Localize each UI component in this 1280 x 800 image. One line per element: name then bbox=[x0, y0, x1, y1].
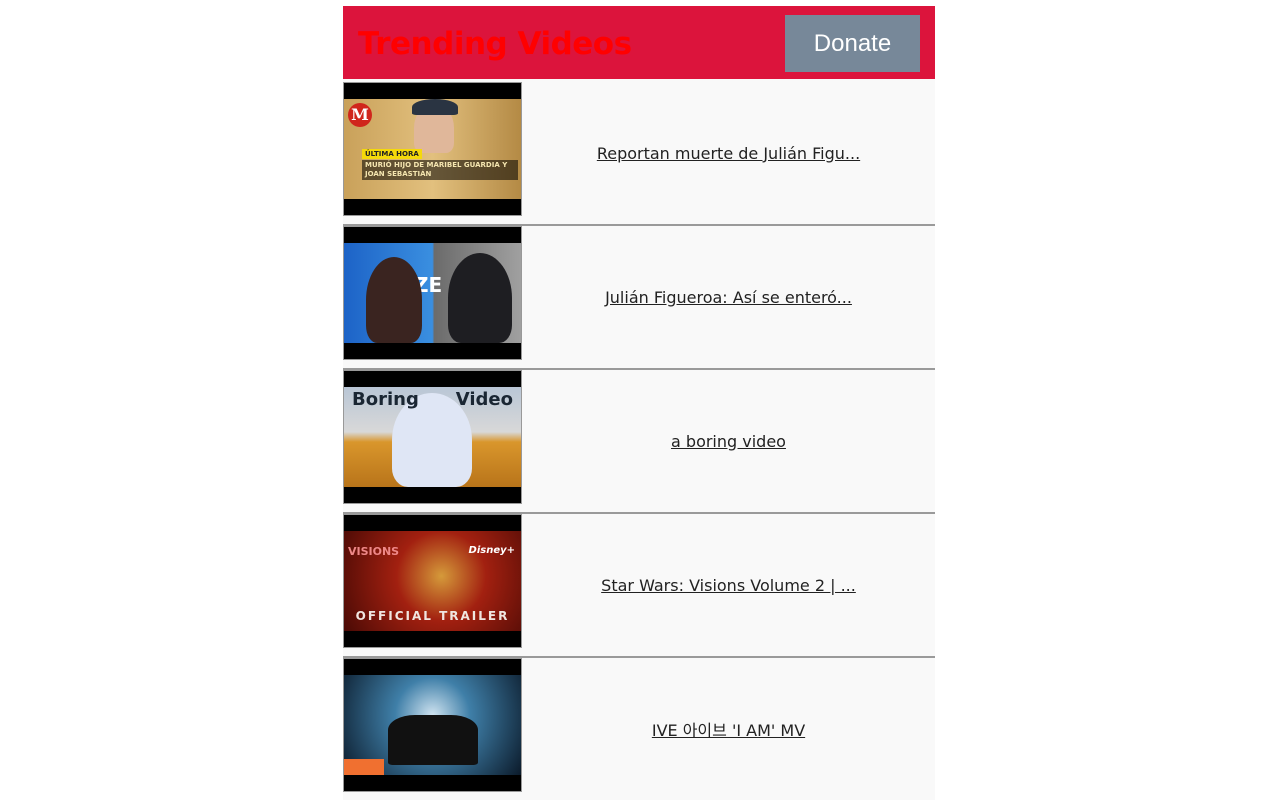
hat-shape bbox=[412, 99, 458, 115]
video-title-link[interactable]: Julián Figueroa: Así se enteró... bbox=[605, 288, 852, 307]
video-list: M ÚLTIMA HORA MURIÓ HIJO DE MARIBEL GUAR… bbox=[343, 82, 935, 800]
page-container: Trending Videos Donate M ÚLTIMA HORA MUR… bbox=[343, 6, 935, 800]
thumbnail-caption-right: Disney+ bbox=[468, 545, 515, 556]
video-link-container: IVE 아이브 'I AM' MV bbox=[522, 658, 935, 800]
thumbnail-caption: Boring Video bbox=[344, 389, 521, 410]
video-item: VISIONS Disney+ OFFICIAL TRAILER Star Wa… bbox=[343, 514, 935, 658]
video-thumbnail[interactable]: ZE bbox=[343, 226, 522, 360]
thumbnail-caption-right: Video bbox=[455, 389, 513, 410]
reporter-figure bbox=[448, 253, 512, 343]
thumbnail-image: M ÚLTIMA HORA MURIÓ HIJO DE MARIBEL GUAR… bbox=[344, 99, 521, 199]
thumbnail-caption-left: VISIONS bbox=[348, 545, 400, 558]
thumbnail-image: VISIONS Disney+ OFFICIAL TRAILER bbox=[344, 531, 521, 631]
video-title-link[interactable]: IVE 아이브 'I AM' MV bbox=[652, 717, 805, 741]
video-item: M ÚLTIMA HORA MURIÓ HIJO DE MARIBEL GUAR… bbox=[343, 82, 935, 226]
video-item: ZE Julián Figueroa: Así se enteró... bbox=[343, 226, 935, 370]
thumbnail-image: ZE bbox=[344, 243, 521, 343]
thumbnail-image: Boring Video bbox=[344, 387, 521, 487]
video-item: IVE 아이브 'I AM' MV bbox=[343, 658, 935, 800]
video-thumbnail[interactable]: Boring Video bbox=[343, 370, 522, 504]
thumbnail-caption-top: ÚLTIMA HORA bbox=[362, 149, 422, 159]
video-link-container: Julián Figueroa: Así se enteró... bbox=[522, 226, 935, 368]
video-link-container: a boring video bbox=[522, 370, 935, 512]
anchor-figure bbox=[366, 257, 422, 343]
thumbnail-image bbox=[344, 675, 521, 775]
channel-badge bbox=[344, 759, 384, 775]
video-title-link[interactable]: Star Wars: Visions Volume 2 | ... bbox=[601, 576, 856, 595]
video-link-container: Reportan muerte de Julián Figu... bbox=[522, 82, 935, 224]
thumbnail-caption-bottom: OFFICIAL TRAILER bbox=[355, 609, 510, 623]
thumbnail-caption-bottom: MURIÓ HIJO DE MARIBEL GUARDIA Y JOAN SEB… bbox=[362, 160, 518, 180]
header-bar: Trending Videos Donate bbox=[343, 6, 935, 79]
video-thumbnail[interactable]: VISIONS Disney+ OFFICIAL TRAILER bbox=[343, 514, 522, 648]
group-figures bbox=[388, 715, 478, 765]
video-title-link[interactable]: a boring video bbox=[671, 432, 786, 451]
video-title-link[interactable]: Reportan muerte de Julián Figu... bbox=[597, 144, 860, 163]
page-title: Trending Videos bbox=[358, 26, 632, 62]
milenio-logo-icon: M bbox=[348, 103, 372, 127]
thumbnail-caption-left: Boring bbox=[352, 389, 419, 410]
video-thumbnail[interactable]: M ÚLTIMA HORA MURIÓ HIJO DE MARIBEL GUAR… bbox=[343, 82, 522, 216]
video-item: Boring Video a boring video bbox=[343, 370, 935, 514]
video-link-container: Star Wars: Visions Volume 2 | ... bbox=[522, 514, 935, 656]
donate-button[interactable]: Donate bbox=[785, 15, 920, 72]
video-thumbnail[interactable] bbox=[343, 658, 522, 792]
